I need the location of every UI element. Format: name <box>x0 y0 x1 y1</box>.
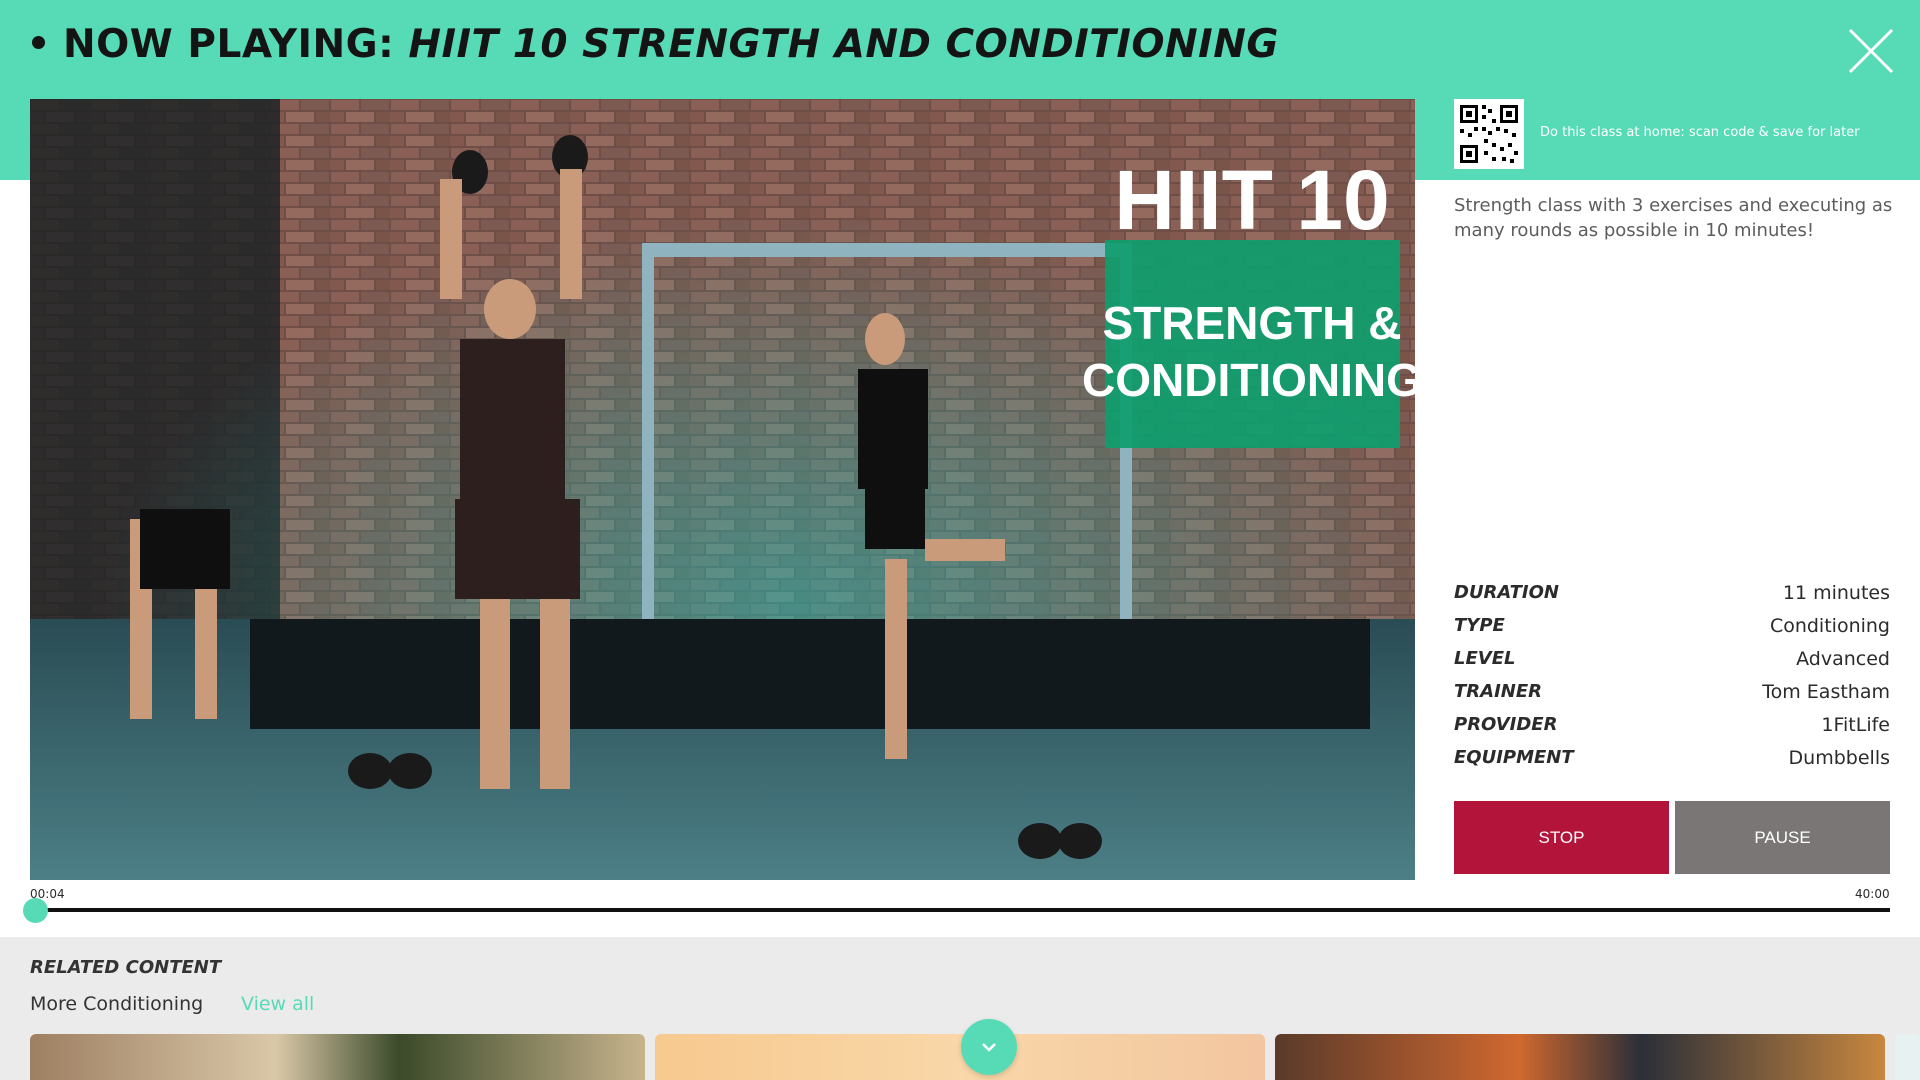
detail-row-provider: PROVIDER 1FitLife <box>1454 708 1890 741</box>
related-card[interactable] <box>1275 1034 1885 1080</box>
detail-label: TRAINER <box>1454 681 1542 702</box>
close-icon <box>1848 28 1894 74</box>
progress-track[interactable] <box>32 908 1890 912</box>
detail-row-type: TYPE Conditioning <box>1454 609 1890 642</box>
stop-button[interactable]: STOP <box>1454 801 1669 874</box>
view-all-link[interactable]: View all <box>241 993 314 1015</box>
detail-label: EQUIPMENT <box>1454 747 1574 768</box>
pause-button[interactable]: PAUSE <box>1675 801 1890 874</box>
detail-row-equipment: EQUIPMENT Dumbbells <box>1454 741 1890 774</box>
scroll-down-button[interactable] <box>961 1019 1017 1075</box>
progress-handle[interactable] <box>22 898 48 923</box>
video-frame: HIIT 10 STRENGTH & CONDITIONING <box>30 99 1415 880</box>
qr-caption: Do this class at home: scan code & save … <box>1540 125 1860 140</box>
qr-code-image <box>1454 99 1524 169</box>
chevron-down-icon <box>982 1043 996 1052</box>
class-name: HIIT 10 STRENGTH AND CONDITIONING <box>408 22 1279 67</box>
total-time: 40:00 <box>1855 887 1890 901</box>
related-category: More Conditioning <box>30 993 204 1015</box>
detail-value: Dumbbells <box>1788 746 1890 769</box>
detail-value: 11 minutes <box>1782 581 1890 604</box>
related-card[interactable] <box>1895 1034 1920 1080</box>
detail-row-duration: DURATION 11 minutes <box>1454 576 1890 609</box>
page-title: NOW PLAYING: HIIT 10 STRENGTH AND CONDIT… <box>32 22 1279 67</box>
detail-row-trainer: TRAINER Tom Eastham <box>1454 675 1890 708</box>
related-card[interactable] <box>30 1034 645 1080</box>
video-overlay-line2: STRENGTH & <box>1103 297 1402 349</box>
related-title: RELATED CONTENT <box>30 957 222 978</box>
class-description: Strength class with 3 exercises and exec… <box>1454 195 1893 241</box>
video-overlay-line3: CONDITIONING <box>1082 354 1415 406</box>
detail-value: Tom Eastham <box>1762 680 1890 703</box>
title-prefix: NOW PLAYING: <box>63 22 395 67</box>
detail-value: 1FitLife <box>1821 713 1890 736</box>
close-button[interactable] <box>1846 26 1896 76</box>
detail-row-level: LEVEL Advanced <box>1454 642 1890 675</box>
detail-value: Advanced <box>1796 647 1890 670</box>
video-overlay-line1: HIIT 10 <box>1114 153 1389 247</box>
bullet-dot <box>32 36 45 49</box>
class-details: DURATION 11 minutes TYPE Conditioning LE… <box>1454 576 1890 774</box>
detail-label: PROVIDER <box>1454 714 1558 735</box>
detail-label: DURATION <box>1454 582 1559 603</box>
video-player[interactable]: HIIT 10 STRENGTH & CONDITIONING <box>30 99 1415 880</box>
detail-value: Conditioning <box>1769 614 1890 637</box>
detail-label: LEVEL <box>1454 648 1516 669</box>
detail-label: TYPE <box>1454 615 1505 636</box>
related-card[interactable] <box>655 1034 1265 1080</box>
qr-code <box>1454 99 1524 169</box>
